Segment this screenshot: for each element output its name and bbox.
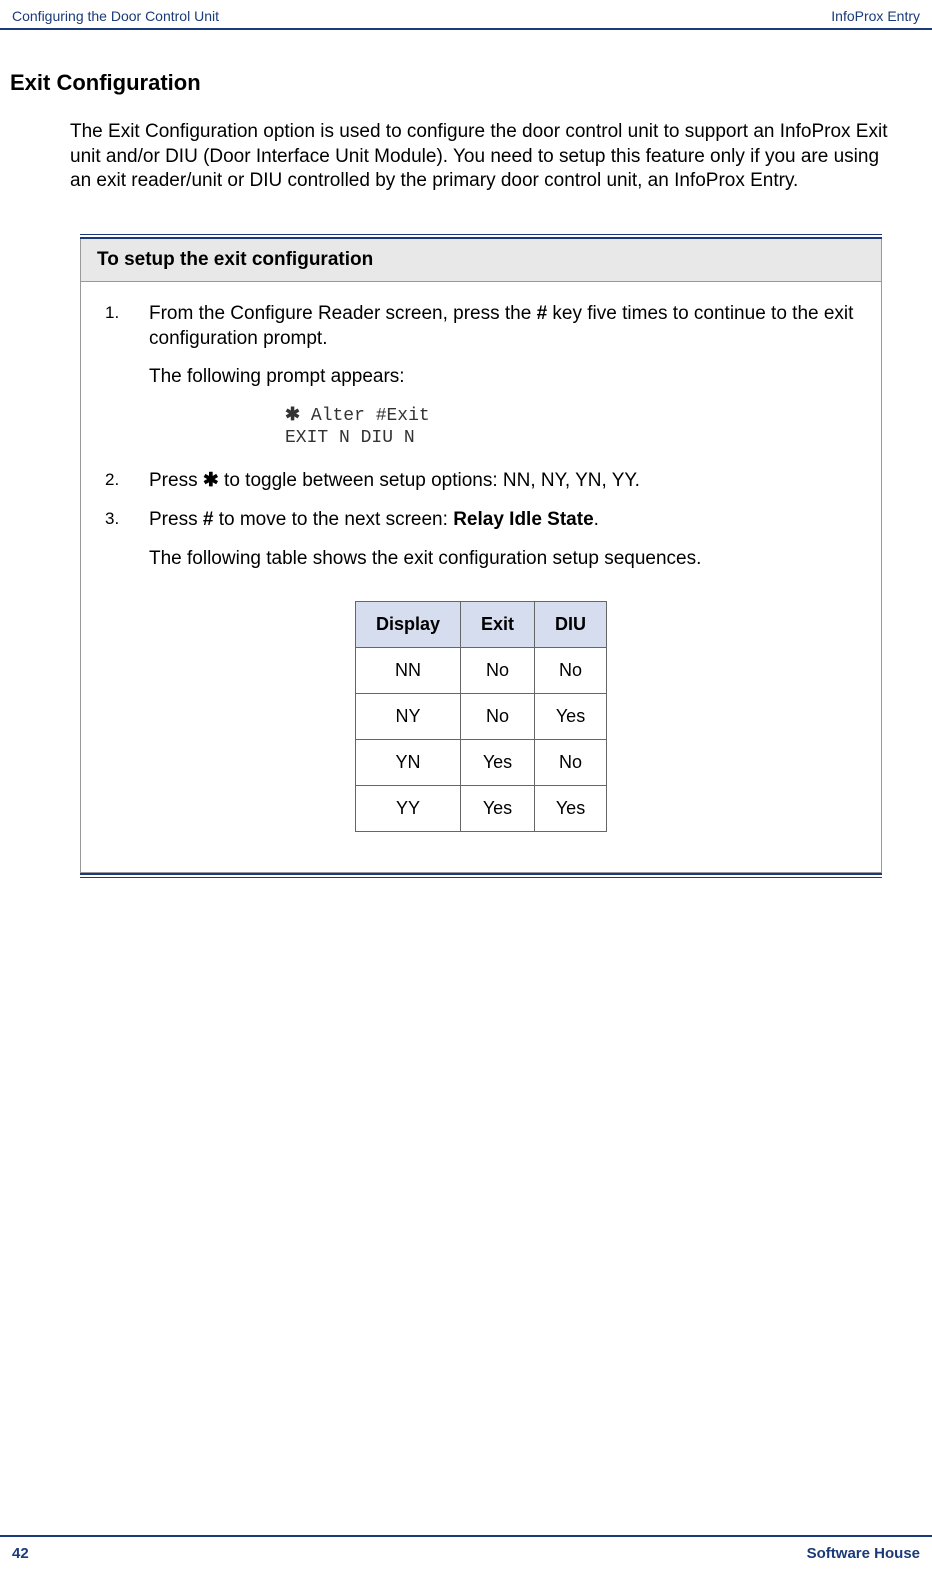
step-text: Press ✱ to toggle between setup options:…	[149, 469, 857, 494]
cell: No	[461, 648, 535, 694]
instruction-box: To setup the exit configuration 1. From …	[80, 234, 882, 878]
hash-key: #	[537, 303, 548, 324]
text-fragment: From the Configure Reader screen, press …	[149, 303, 537, 324]
step-3: 3. Press # to move to the next screen: R…	[105, 508, 857, 533]
table-row: NN No No	[355, 648, 606, 694]
page-title: Exit Configuration	[10, 70, 902, 96]
text-fragment: to toggle between setup options: NN, NY,…	[219, 470, 640, 491]
prompt-text: Alter #Exit	[300, 406, 430, 426]
cell: NY	[355, 694, 460, 740]
col-header-display: Display	[355, 602, 460, 648]
table-intro: The following table shows the exit confi…	[149, 547, 857, 572]
cell: YY	[355, 786, 460, 832]
cell: Yes	[535, 786, 607, 832]
bold-term: Relay Idle State	[453, 509, 593, 530]
box-title: To setup the exit configuration	[80, 239, 882, 282]
cell: Yes	[461, 740, 535, 786]
cell: Yes	[461, 786, 535, 832]
text-fragment: Press	[149, 509, 203, 530]
cell: No	[535, 648, 607, 694]
box-bottom-border	[80, 873, 882, 878]
step-number: 3.	[105, 508, 149, 533]
display-prompt: ✱ Alter #Exit EXIT N DIU N	[285, 404, 857, 449]
step-1: 1. From the Configure Reader screen, pre…	[105, 302, 857, 351]
col-header-exit: Exit	[461, 602, 535, 648]
intro-paragraph: The Exit Configuration option is used to…	[70, 120, 902, 194]
hash-key: #	[203, 509, 214, 530]
text-fragment: Press	[149, 470, 203, 491]
asterisk-icon: ✱	[285, 404, 300, 424]
cell: YN	[355, 740, 460, 786]
cell: Yes	[535, 694, 607, 740]
footer-brand: Software House	[807, 1545, 920, 1562]
col-header-diu: DIU	[535, 602, 607, 648]
step-text: Press # to move to the next screen: Rela…	[149, 508, 857, 533]
step-2: 2. Press ✱ to toggle between setup optio…	[105, 469, 857, 494]
header-right: InfoProx Entry	[831, 8, 920, 24]
prompt-line-2: EXIT N DIU N	[285, 428, 857, 450]
cell: No	[535, 740, 607, 786]
page-header: Configuring the Door Control Unit InfoPr…	[0, 0, 932, 30]
text-fragment: .	[594, 509, 599, 530]
prompt-line-1: ✱ Alter #Exit	[285, 404, 857, 428]
header-left: Configuring the Door Control Unit	[12, 8, 219, 24]
step-text: From the Configure Reader screen, press …	[149, 302, 857, 351]
step-number: 2.	[105, 469, 149, 494]
text-fragment: to move to the next screen:	[213, 509, 453, 530]
cell: No	[461, 694, 535, 740]
content-area: Exit Configuration The Exit Configuratio…	[0, 30, 932, 878]
step-number: 1.	[105, 302, 149, 351]
box-body: 1. From the Configure Reader screen, pre…	[80, 282, 882, 873]
config-table: Display Exit DIU NN No No NY No Yes YN Y…	[355, 601, 607, 832]
prompt-intro: The following prompt appears:	[149, 365, 857, 390]
table-row: YN Yes No	[355, 740, 606, 786]
table-row: YY Yes Yes	[355, 786, 606, 832]
page-number: 42	[12, 1545, 29, 1562]
asterisk-icon: ✱	[203, 470, 219, 491]
page-footer: 42 Software House	[0, 1535, 932, 1566]
table-header-row: Display Exit DIU	[355, 602, 606, 648]
table-row: NY No Yes	[355, 694, 606, 740]
cell: NN	[355, 648, 460, 694]
